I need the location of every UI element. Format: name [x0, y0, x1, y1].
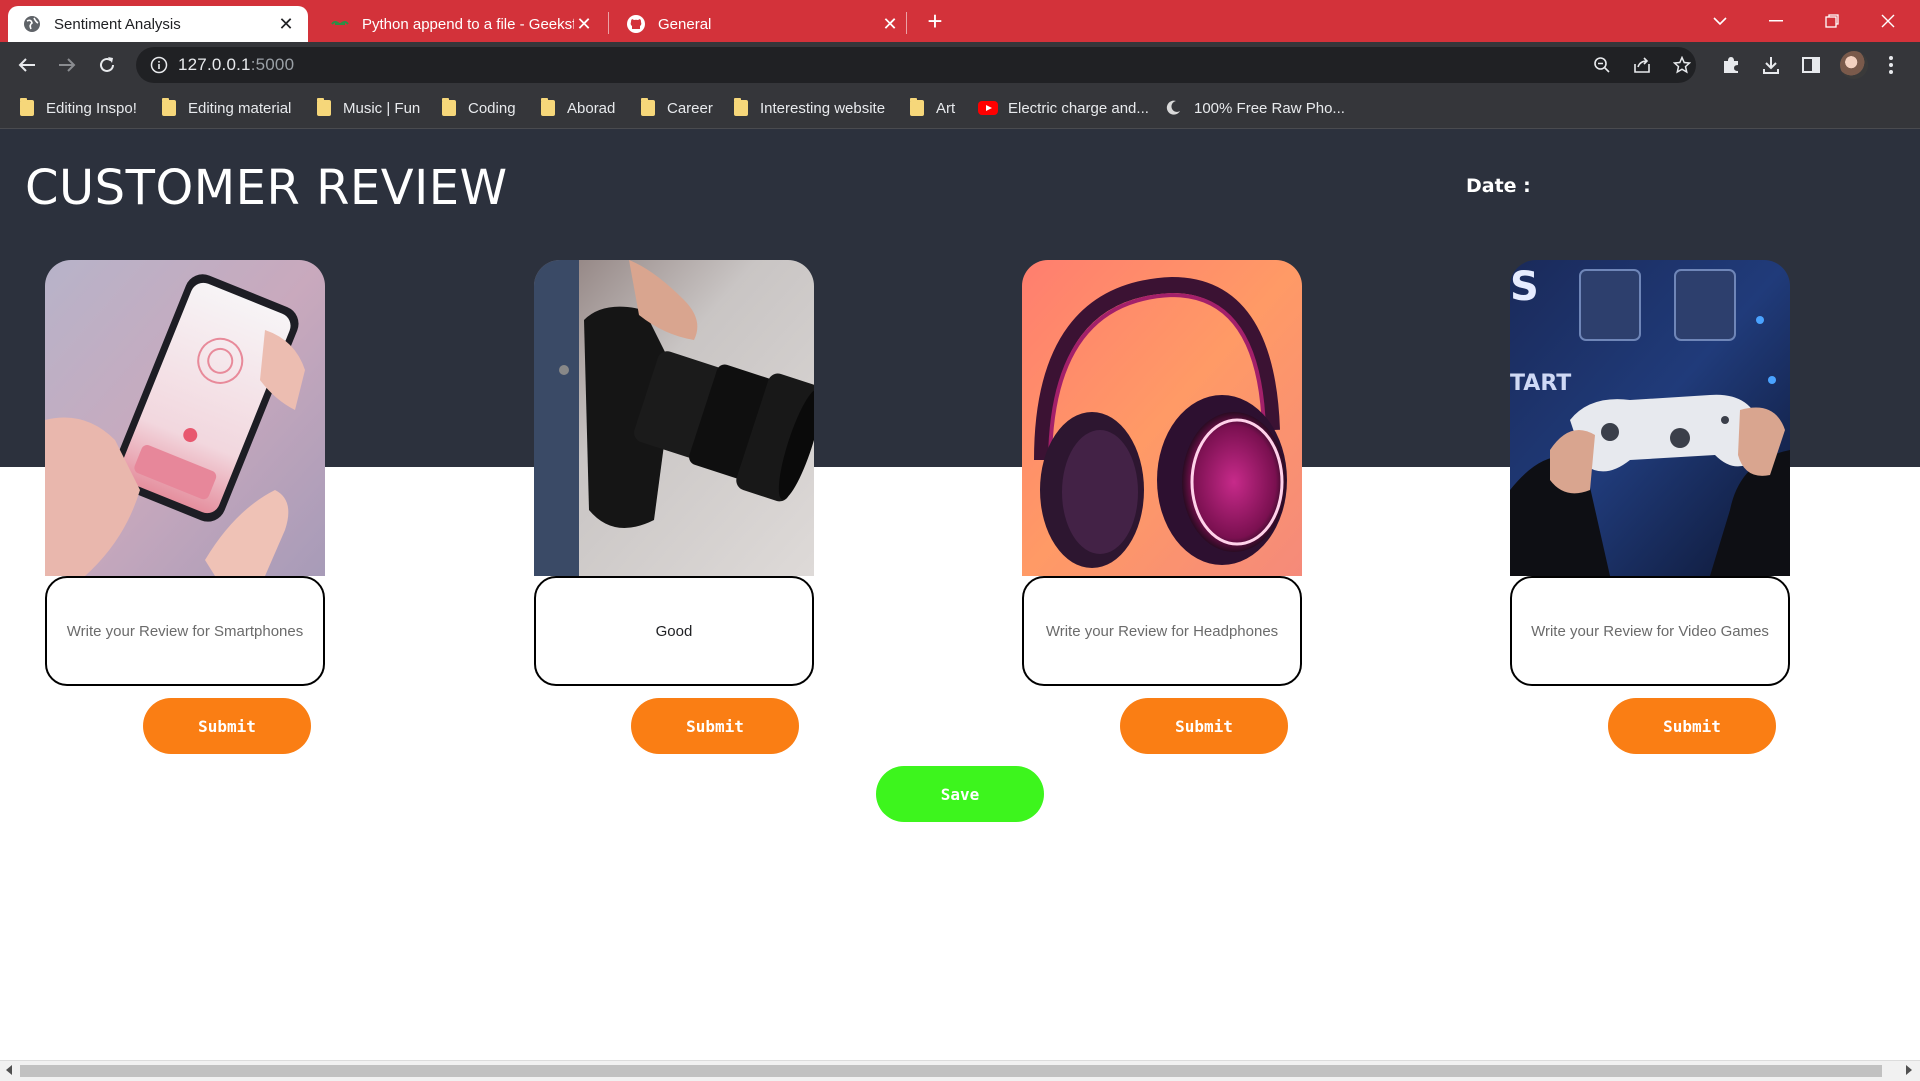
bookmark-art[interactable]: Art: [910, 96, 955, 120]
review-input-video-games[interactable]: Write your Review for Video Games: [1510, 576, 1790, 686]
horizontal-scrollbar[interactable]: [0, 1060, 1920, 1081]
bookmark-label: Electric charge and...: [1008, 99, 1149, 117]
save-button[interactable]: Save: [876, 766, 1044, 822]
submit-button-headphones[interactable]: Submit: [1120, 698, 1288, 754]
folder-icon: [442, 98, 456, 116]
download-icon[interactable]: [1760, 54, 1782, 76]
url-text: 127.0.0.1:5000: [178, 55, 294, 75]
bookmark-coding[interactable]: Coding: [442, 96, 516, 120]
share-icon[interactable]: [1632, 55, 1652, 75]
bookmark-electric-charge[interactable]: Electric charge and...: [978, 96, 1149, 120]
bookmark-label: Music | Fun: [343, 99, 421, 117]
scrollbar-thumb[interactable]: [20, 1065, 1882, 1077]
headphones-photo: [1022, 260, 1302, 576]
scroll-right-arrow-icon[interactable]: [1906, 1065, 1912, 1075]
svg-text:S: S: [1510, 264, 1539, 310]
folder-icon: [641, 98, 655, 116]
review-input-cameras[interactable]: Good: [534, 576, 814, 686]
close-icon[interactable]: ✕: [880, 14, 900, 35]
new-tab-button[interactable]: +: [920, 6, 950, 36]
bookmark-career[interactable]: Career: [641, 96, 713, 120]
forward-arrow-icon[interactable]: [52, 50, 82, 80]
minimize-icon[interactable]: [1748, 0, 1804, 42]
address-bar[interactable]: 127.0.0.1:5000: [136, 47, 1696, 83]
menu-kebab-icon[interactable]: [1880, 54, 1902, 76]
close-icon[interactable]: ✕: [276, 14, 296, 35]
bookmark-label: Coding: [468, 99, 516, 117]
bookmark-editing-material[interactable]: Editing material: [162, 96, 291, 120]
browser-toolbar: 127.0.0.1:5000: [0, 42, 1920, 88]
bookmark-aborad[interactable]: Aborad: [541, 96, 615, 120]
submit-button-smartphones[interactable]: Submit: [143, 698, 311, 754]
url-port: :5000: [250, 55, 295, 74]
bookmarks-bar: Editing Inspo! Editing material Music | …: [0, 88, 1920, 129]
bookmark-star-icon[interactable]: [1672, 55, 1692, 75]
profile-avatar[interactable]: [1840, 51, 1868, 79]
page-title: CUSTOMER REVIEW: [25, 160, 508, 216]
globe-icon: [22, 14, 42, 34]
folder-icon: [317, 98, 331, 116]
site-info-icon[interactable]: [150, 56, 168, 74]
bookmark-editing-inspo[interactable]: Editing Inspo!: [20, 96, 137, 120]
folder-icon: [20, 98, 34, 116]
game-controller-photo: S TART: [1510, 260, 1790, 576]
tab-python-append[interactable]: Python append to a file - Geeksfo ✕: [316, 6, 606, 42]
scroll-left-arrow-icon[interactable]: [6, 1065, 12, 1075]
close-window-icon[interactable]: [1860, 0, 1916, 42]
smartphone-photo: [45, 260, 325, 576]
bookmark-label: 100% Free Raw Pho...: [1194, 99, 1345, 117]
tab-separator: [608, 12, 609, 34]
github-icon: [626, 14, 646, 34]
tab-sentiment-analysis[interactable]: Sentiment Analysis ✕: [8, 6, 308, 42]
review-input-smartphones[interactable]: Write your Review for Smartphones: [45, 576, 325, 686]
bookmark-label: Career: [667, 99, 713, 117]
side-panel-icon[interactable]: [1800, 54, 1822, 76]
submit-button-video-games[interactable]: Submit: [1608, 698, 1776, 754]
bookmark-music-fun[interactable]: Music | Fun: [317, 96, 420, 120]
zoom-icon[interactable]: [1592, 55, 1612, 75]
url-host: 127.0.0.1: [178, 55, 251, 74]
geeksforgeeks-icon: [330, 14, 350, 34]
browser-titlebar: Sentiment Analysis ✕ Python append to a …: [0, 0, 1920, 42]
bookmark-label: Interesting website: [760, 99, 886, 117]
review-input-headphones[interactable]: Write your Review for Headphones: [1022, 576, 1302, 686]
tab-separator: [906, 12, 907, 34]
svg-text:TART: TART: [1510, 371, 1571, 396]
close-icon[interactable]: ✕: [574, 14, 594, 35]
tab-general[interactable]: General ✕: [612, 6, 912, 42]
bookmark-free-raw-photos[interactable]: 100% Free Raw Pho...: [1164, 96, 1345, 120]
bookmark-label: Editing Inspo!: [46, 99, 137, 117]
folder-icon: [910, 98, 924, 116]
tab-title: Sentiment Analysis: [54, 15, 181, 33]
tab-search-chevron-icon[interactable]: [1692, 0, 1748, 42]
moon-icon: [1164, 99, 1182, 117]
extensions-puzzle-icon[interactable]: [1720, 54, 1742, 76]
submit-button-cameras[interactable]: Submit: [631, 698, 799, 754]
folder-icon: [541, 98, 555, 116]
camera-photo: [534, 260, 814, 576]
youtube-icon: [978, 101, 998, 115]
bookmark-label: Art: [936, 99, 956, 117]
tab-title: General: [658, 15, 712, 33]
date-label: Date :: [1466, 175, 1531, 197]
folder-icon: [162, 98, 176, 116]
bookmark-interesting-website[interactable]: Interesting website: [734, 96, 885, 120]
restore-icon[interactable]: [1804, 0, 1860, 42]
bookmark-label: Editing material: [188, 99, 292, 117]
folder-icon: [734, 98, 748, 116]
back-arrow-icon[interactable]: [12, 50, 42, 80]
tab-title: Python append to a file - Geeksfo: [362, 15, 574, 33]
reload-icon[interactable]: [92, 50, 122, 80]
bookmark-label: Aborad: [567, 99, 616, 117]
